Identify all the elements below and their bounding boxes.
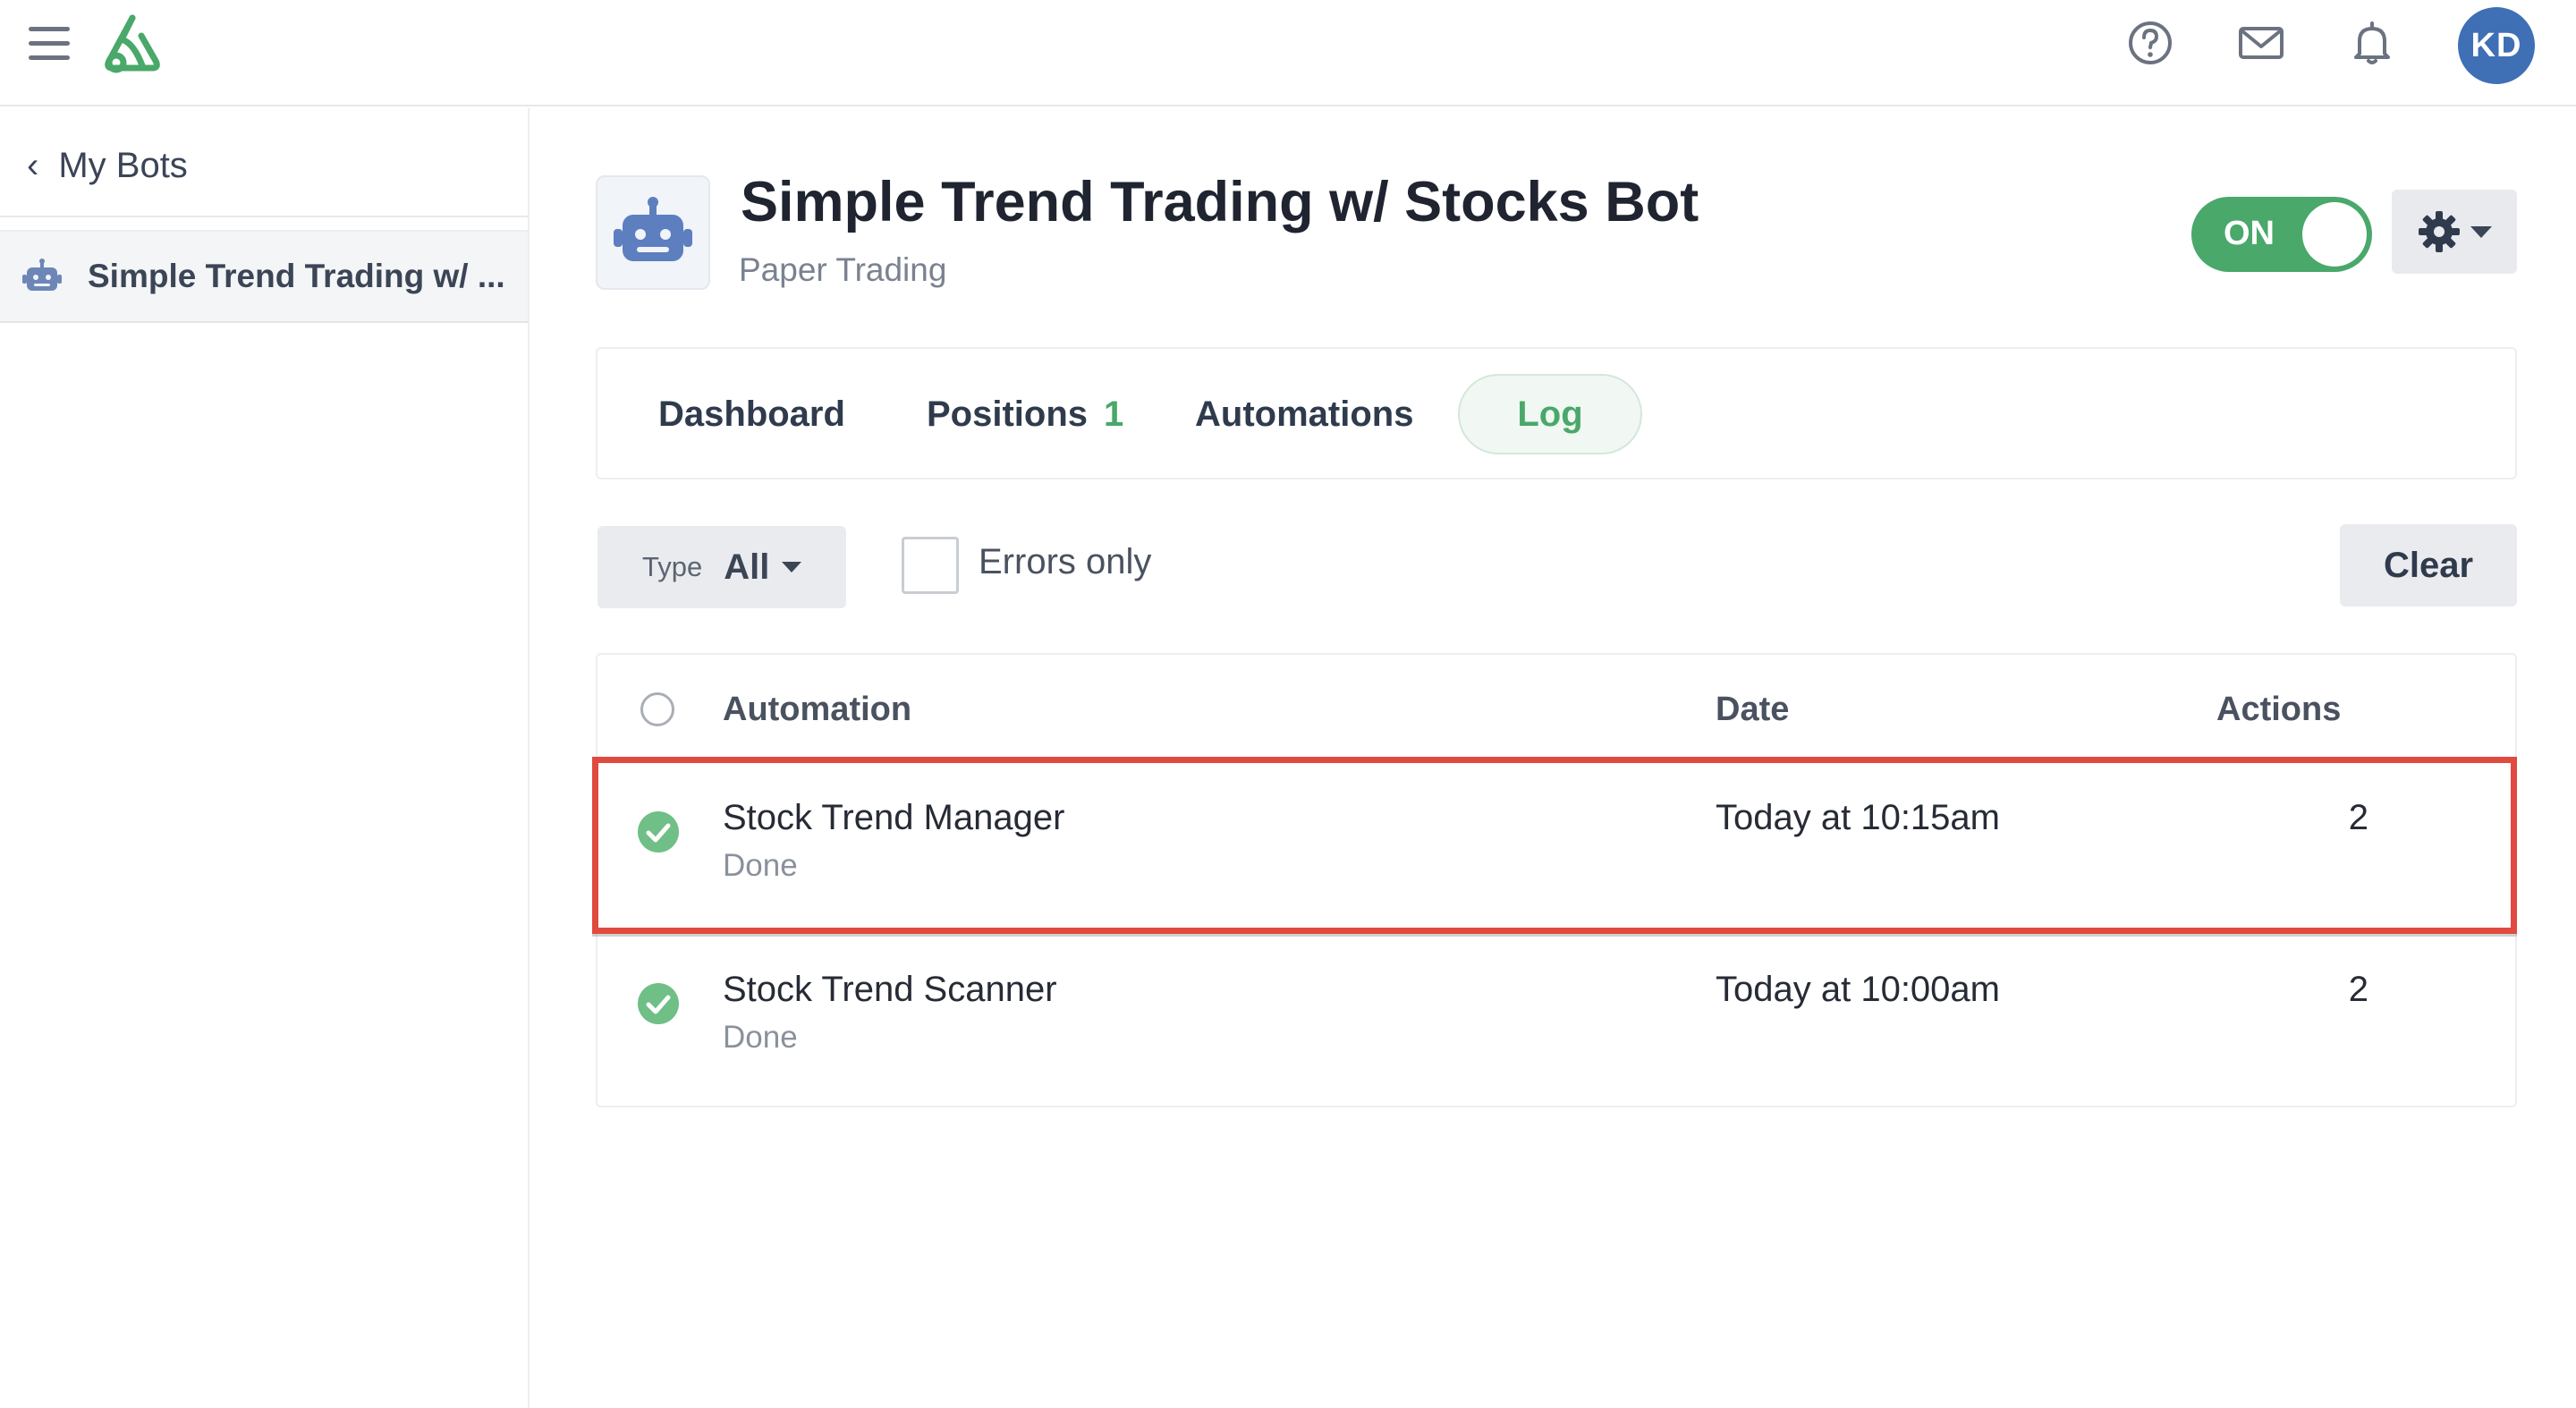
tab-label: Dashboard: [658, 394, 845, 434]
chevron-left-icon: ‹: [27, 145, 39, 185]
gear-icon: [2419, 211, 2460, 252]
tab-label: Positions: [927, 394, 1089, 434]
automation-actions-count: 2: [2348, 798, 2368, 837]
errors-only-label[interactable]: Errors only: [979, 542, 1151, 582]
table-row[interactable]: Stock Trend Manager Done Today at 10:15a…: [597, 762, 2515, 932]
sidebar: ‹ My Bots Simple Trend Trading w/ ...: [0, 108, 530, 1408]
chevron-down-icon: [2470, 225, 2492, 238]
errors-only-checkbox[interactable]: [902, 537, 959, 594]
select-all-radio[interactable]: [640, 692, 674, 726]
column-header-date: Date: [1716, 691, 1790, 728]
automation-status: Done: [723, 1020, 798, 1055]
tab-label: Automations: [1195, 394, 1414, 434]
check-circle-icon: [638, 983, 679, 1024]
app-logo[interactable]: [98, 13, 166, 75]
tab-log[interactable]: Log: [1458, 374, 1642, 454]
mail-icon[interactable]: [2236, 18, 2286, 68]
back-to-my-bots-link[interactable]: ‹ My Bots: [27, 139, 188, 192]
log-table: Automation Date Actions Stock Trend Mana…: [596, 653, 2517, 1107]
bot-avatar: [596, 175, 710, 290]
hamburger-icon[interactable]: [29, 27, 70, 63]
sidebar-item-label: Simple Trend Trading w/ ...: [88, 258, 505, 294]
help-circle-icon[interactable]: [2125, 18, 2175, 68]
tab-bar: Dashboard Positions 1 Automations Log: [596, 347, 2517, 479]
automation-actions-count: 2: [2348, 970, 2368, 1009]
robot-icon: [22, 259, 62, 291]
table-row[interactable]: Stock Trend Scanner Done Today at 10:00a…: [597, 934, 2515, 1104]
page-subtitle: Paper Trading: [739, 251, 947, 288]
top-bar: KD: [0, 0, 2576, 106]
chevron-down-icon: [782, 562, 802, 573]
toggle-label: ON: [2224, 215, 2275, 252]
automation-name: Stock Trend Manager: [723, 798, 1065, 837]
sidebar-item-bot[interactable]: Simple Trend Trading w/ ...: [0, 230, 528, 323]
page-title: Simple Trend Trading w/ Stocks Bot: [741, 171, 1699, 233]
tab-dashboard[interactable]: Dashboard: [658, 374, 845, 454]
toggle-knob: [2302, 202, 2367, 267]
robot-icon: [614, 197, 692, 261]
tab-automations[interactable]: Automations: [1195, 374, 1413, 454]
automation-date: Today at 10:15am: [1716, 798, 2000, 837]
tab-label: Log: [1517, 394, 1583, 434]
settings-menu-button[interactable]: [2392, 190, 2517, 274]
tab-positions[interactable]: Positions 1: [927, 374, 1123, 454]
column-header-actions: Actions: [2216, 691, 2342, 728]
automation-date: Today at 10:00am: [1716, 970, 2000, 1009]
bell-icon[interactable]: [2347, 18, 2397, 68]
automation-name: Stock Trend Scanner: [723, 970, 1057, 1009]
bot-on-off-toggle[interactable]: ON: [2191, 197, 2372, 272]
user-avatar[interactable]: KD: [2458, 7, 2535, 84]
check-circle-icon: [638, 811, 679, 852]
back-link-label: My Bots: [58, 145, 188, 185]
positions-count-badge: 1: [1104, 394, 1124, 434]
type-filter-value: All: [724, 547, 770, 587]
type-filter-select[interactable]: Type All: [597, 526, 846, 608]
sidebar-divider: [0, 216, 528, 217]
column-header-automation: Automation: [723, 691, 912, 728]
clear-button[interactable]: Clear: [2340, 524, 2517, 606]
automation-status: Done: [723, 848, 798, 883]
type-filter-label: Type: [642, 551, 703, 582]
